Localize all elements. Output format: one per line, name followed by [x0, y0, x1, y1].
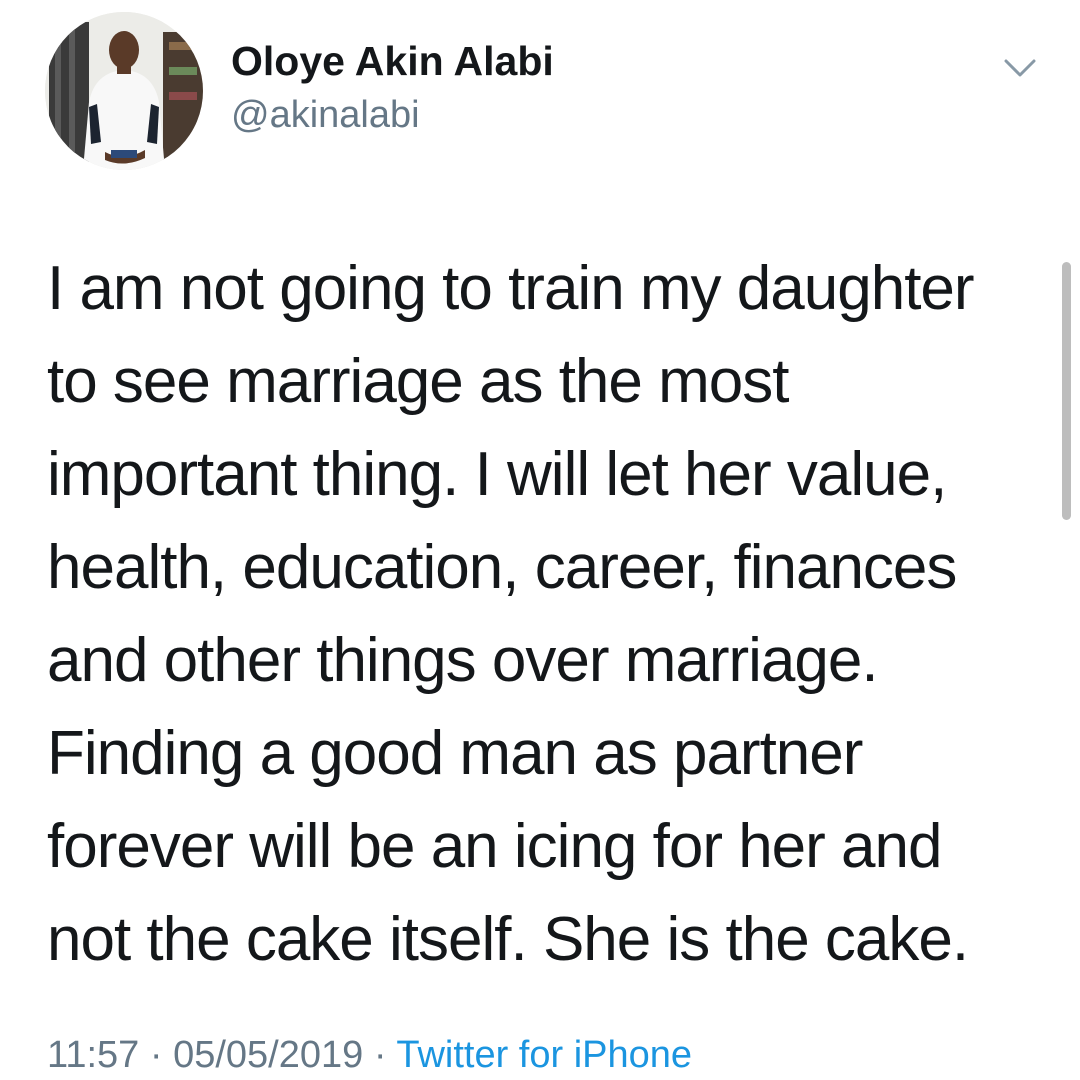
author-handle[interactable]: @akinalabi — [231, 92, 420, 138]
tweet-time[interactable]: 11:57 — [47, 1034, 139, 1076]
tweet-source-link[interactable]: Twitter for iPhone — [396, 1034, 692, 1076]
scrollbar[interactable] — [1062, 262, 1071, 520]
tweet-meta: 11:57 · 05/05/2019 · Twitter for iPhone — [47, 1030, 692, 1080]
avatar-photo — [45, 12, 203, 170]
meta-separator: · — [149, 1034, 163, 1076]
author-avatar[interactable] — [45, 12, 203, 170]
meta-separator: · — [373, 1034, 387, 1076]
tweet-card: Oloye Akin Alabi @akinalabi I am not goi… — [0, 0, 1080, 1080]
tweet-text: I am not going to train my daughter to s… — [47, 254, 975, 974]
tweet-date[interactable]: 05/05/2019 — [173, 1034, 363, 1076]
author-display-name[interactable]: Oloye Akin Alabi — [231, 36, 554, 86]
chevron-down-icon[interactable] — [996, 44, 1044, 92]
